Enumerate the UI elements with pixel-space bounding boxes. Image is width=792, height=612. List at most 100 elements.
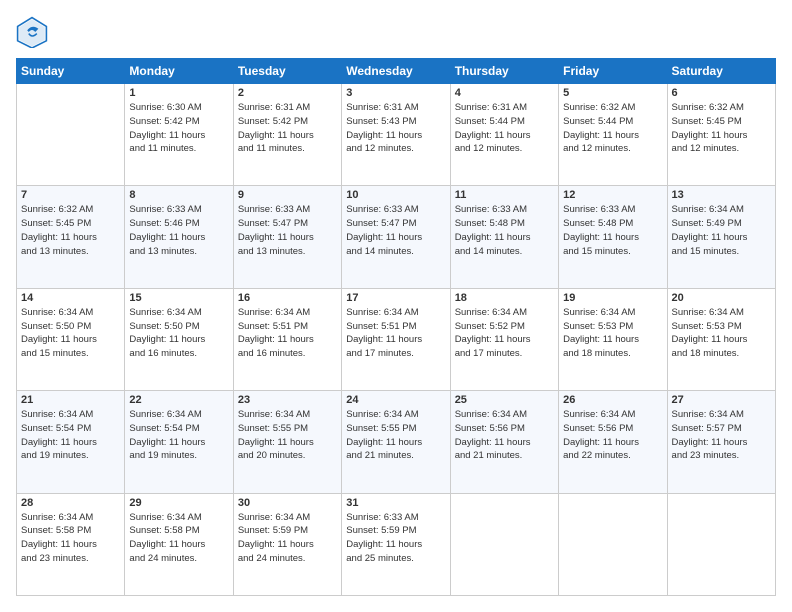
calendar-header-friday: Friday	[559, 59, 667, 84]
cell-info: Sunrise: 6:34 AM Sunset: 5:50 PM Dayligh…	[129, 306, 228, 361]
cell-info: Sunrise: 6:34 AM Sunset: 5:51 PM Dayligh…	[346, 306, 445, 361]
cell-info: Sunrise: 6:30 AM Sunset: 5:42 PM Dayligh…	[129, 101, 228, 156]
cell-info: Sunrise: 6:34 AM Sunset: 5:53 PM Dayligh…	[672, 306, 771, 361]
calendar-cell: 22 Sunrise: 6:34 AM Sunset: 5:54 PM Dayli…	[125, 391, 233, 493]
calendar-cell	[17, 84, 125, 186]
cell-info: Sunrise: 6:32 AM Sunset: 5:45 PM Dayligh…	[21, 203, 120, 258]
cell-info: Sunrise: 6:31 AM Sunset: 5:43 PM Dayligh…	[346, 101, 445, 156]
page: SundayMondayTuesdayWednesdayThursdayFrid…	[0, 0, 792, 612]
cell-info: Sunrise: 6:31 AM Sunset: 5:44 PM Dayligh…	[455, 101, 554, 156]
day-number: 29	[129, 497, 228, 509]
cell-info: Sunrise: 6:33 AM Sunset: 5:59 PM Dayligh…	[346, 511, 445, 566]
calendar-cell: 1 Sunrise: 6:30 AM Sunset: 5:42 PM Daylig…	[125, 84, 233, 186]
calendar-header-saturday: Saturday	[667, 59, 775, 84]
calendar-cell: 3 Sunrise: 6:31 AM Sunset: 5:43 PM Daylig…	[342, 84, 450, 186]
calendar-cell: 31 Sunrise: 6:33 AM Sunset: 5:59 PM Dayli…	[342, 493, 450, 595]
cell-info: Sunrise: 6:34 AM Sunset: 5:56 PM Dayligh…	[455, 408, 554, 463]
cell-info: Sunrise: 6:33 AM Sunset: 5:48 PM Dayligh…	[563, 203, 662, 258]
calendar-header-wednesday: Wednesday	[342, 59, 450, 84]
day-number: 20	[672, 292, 771, 304]
calendar-cell: 20 Sunrise: 6:34 AM Sunset: 5:53 PM Dayli…	[667, 288, 775, 390]
day-number: 28	[21, 497, 120, 509]
calendar-cell: 27Sunrise: 6:34 AM Sunset: 5:57 PM Dayli…	[667, 391, 775, 493]
calendar-cell: 7 Sunrise: 6:32 AM Sunset: 5:45 PM Daylig…	[17, 186, 125, 288]
cell-info: Sunrise: 6:34 AM Sunset: 5:51 PM Dayligh…	[238, 306, 337, 361]
calendar-cell: 30Sunrise: 6:34 AM Sunset: 5:59 PM Dayli…	[233, 493, 341, 595]
day-number: 10	[346, 189, 445, 201]
calendar-cell: 12 Sunrise: 6:33 AM Sunset: 5:48 PM Dayli…	[559, 186, 667, 288]
day-number: 26	[563, 394, 662, 406]
day-number: 22	[129, 394, 228, 406]
day-number: 27	[672, 394, 771, 406]
cell-info: Sunrise: 6:34 AM Sunset: 5:58 PM Dayligh…	[21, 511, 120, 566]
calendar-week-4: 21 Sunrise: 6:34 AM Sunset: 5:54 PM Dayli…	[17, 391, 776, 493]
day-number: 19	[563, 292, 662, 304]
day-number: 31	[346, 497, 445, 509]
day-number: 1	[129, 87, 228, 99]
day-number: 7	[21, 189, 120, 201]
calendar-cell: 14 Sunrise: 6:34 AM Sunset: 5:50 PM Dayli…	[17, 288, 125, 390]
calendar-cell: 16Sunrise: 6:34 AM Sunset: 5:51 PM Dayli…	[233, 288, 341, 390]
day-number: 4	[455, 87, 554, 99]
cell-info: Sunrise: 6:32 AM Sunset: 5:44 PM Dayligh…	[563, 101, 662, 156]
calendar-cell: 6Sunrise: 6:32 AM Sunset: 5:45 PM Daylig…	[667, 84, 775, 186]
calendar-cell	[450, 493, 558, 595]
calendar-cell: 29 Sunrise: 6:34 AM Sunset: 5:58 PM Dayli…	[125, 493, 233, 595]
day-number: 18	[455, 292, 554, 304]
calendar-cell: 8 Sunrise: 6:33 AM Sunset: 5:46 PM Daylig…	[125, 186, 233, 288]
calendar-header-monday: Monday	[125, 59, 233, 84]
cell-info: Sunrise: 6:34 AM Sunset: 5:55 PM Dayligh…	[346, 408, 445, 463]
day-number: 13	[672, 189, 771, 201]
day-number: 8	[129, 189, 228, 201]
day-number: 5	[563, 87, 662, 99]
day-number: 15	[129, 292, 228, 304]
calendar-cell: 11 Sunrise: 6:33 AM Sunset: 5:48 PM Dayli…	[450, 186, 558, 288]
cell-info: Sunrise: 6:33 AM Sunset: 5:46 PM Dayligh…	[129, 203, 228, 258]
cell-info: Sunrise: 6:34 AM Sunset: 5:53 PM Dayligh…	[563, 306, 662, 361]
cell-info: Sunrise: 6:34 AM Sunset: 5:54 PM Dayligh…	[129, 408, 228, 463]
day-number: 17	[346, 292, 445, 304]
header	[16, 16, 776, 48]
cell-info: Sunrise: 6:31 AM Sunset: 5:42 PM Dayligh…	[238, 101, 337, 156]
day-number: 12	[563, 189, 662, 201]
calendar-cell: 19 Sunrise: 6:34 AM Sunset: 5:53 PM Dayli…	[559, 288, 667, 390]
day-number: 25	[455, 394, 554, 406]
calendar-week-5: 28 Sunrise: 6:34 AM Sunset: 5:58 PM Dayli…	[17, 493, 776, 595]
calendar-header-row: SundayMondayTuesdayWednesdayThursdayFrid…	[17, 59, 776, 84]
calendar-cell: 23Sunrise: 6:34 AM Sunset: 5:55 PM Dayli…	[233, 391, 341, 493]
calendar-cell: 26 Sunrise: 6:34 AM Sunset: 5:56 PM Dayli…	[559, 391, 667, 493]
calendar-cell	[667, 493, 775, 595]
day-number: 30	[238, 497, 337, 509]
calendar-header-sunday: Sunday	[17, 59, 125, 84]
calendar-cell: 24 Sunrise: 6:34 AM Sunset: 5:55 PM Dayli…	[342, 391, 450, 493]
day-number: 9	[238, 189, 337, 201]
calendar-cell: 25 Sunrise: 6:34 AM Sunset: 5:56 PM Dayli…	[450, 391, 558, 493]
day-number: 14	[21, 292, 120, 304]
logo-icon	[16, 16, 48, 48]
calendar-cell: 10Sunrise: 6:33 AM Sunset: 5:47 PM Dayli…	[342, 186, 450, 288]
day-number: 24	[346, 394, 445, 406]
cell-info: Sunrise: 6:33 AM Sunset: 5:48 PM Dayligh…	[455, 203, 554, 258]
day-number: 23	[238, 394, 337, 406]
cell-info: Sunrise: 6:32 AM Sunset: 5:45 PM Dayligh…	[672, 101, 771, 156]
calendar-table: SundayMondayTuesdayWednesdayThursdayFrid…	[16, 58, 776, 596]
calendar-cell: 21 Sunrise: 6:34 AM Sunset: 5:54 PM Dayli…	[17, 391, 125, 493]
calendar-cell: 28 Sunrise: 6:34 AM Sunset: 5:58 PM Dayli…	[17, 493, 125, 595]
day-number: 11	[455, 189, 554, 201]
day-number: 3	[346, 87, 445, 99]
calendar-cell: 5 Sunrise: 6:32 AM Sunset: 5:44 PM Daylig…	[559, 84, 667, 186]
cell-info: Sunrise: 6:34 AM Sunset: 5:54 PM Dayligh…	[21, 408, 120, 463]
day-number: 21	[21, 394, 120, 406]
calendar-week-2: 7 Sunrise: 6:32 AM Sunset: 5:45 PM Daylig…	[17, 186, 776, 288]
day-number: 2	[238, 87, 337, 99]
cell-info: Sunrise: 6:34 AM Sunset: 5:56 PM Dayligh…	[563, 408, 662, 463]
calendar-cell: 4 Sunrise: 6:31 AM Sunset: 5:44 PM Daylig…	[450, 84, 558, 186]
calendar-cell: 18Sunrise: 6:34 AM Sunset: 5:52 PM Dayli…	[450, 288, 558, 390]
calendar-header-tuesday: Tuesday	[233, 59, 341, 84]
logo	[16, 16, 52, 48]
cell-info: Sunrise: 6:34 AM Sunset: 5:58 PM Dayligh…	[129, 511, 228, 566]
calendar-cell: 13Sunrise: 6:34 AM Sunset: 5:49 PM Dayli…	[667, 186, 775, 288]
calendar-header-thursday: Thursday	[450, 59, 558, 84]
cell-info: Sunrise: 6:34 AM Sunset: 5:50 PM Dayligh…	[21, 306, 120, 361]
calendar-week-3: 14 Sunrise: 6:34 AM Sunset: 5:50 PM Dayli…	[17, 288, 776, 390]
